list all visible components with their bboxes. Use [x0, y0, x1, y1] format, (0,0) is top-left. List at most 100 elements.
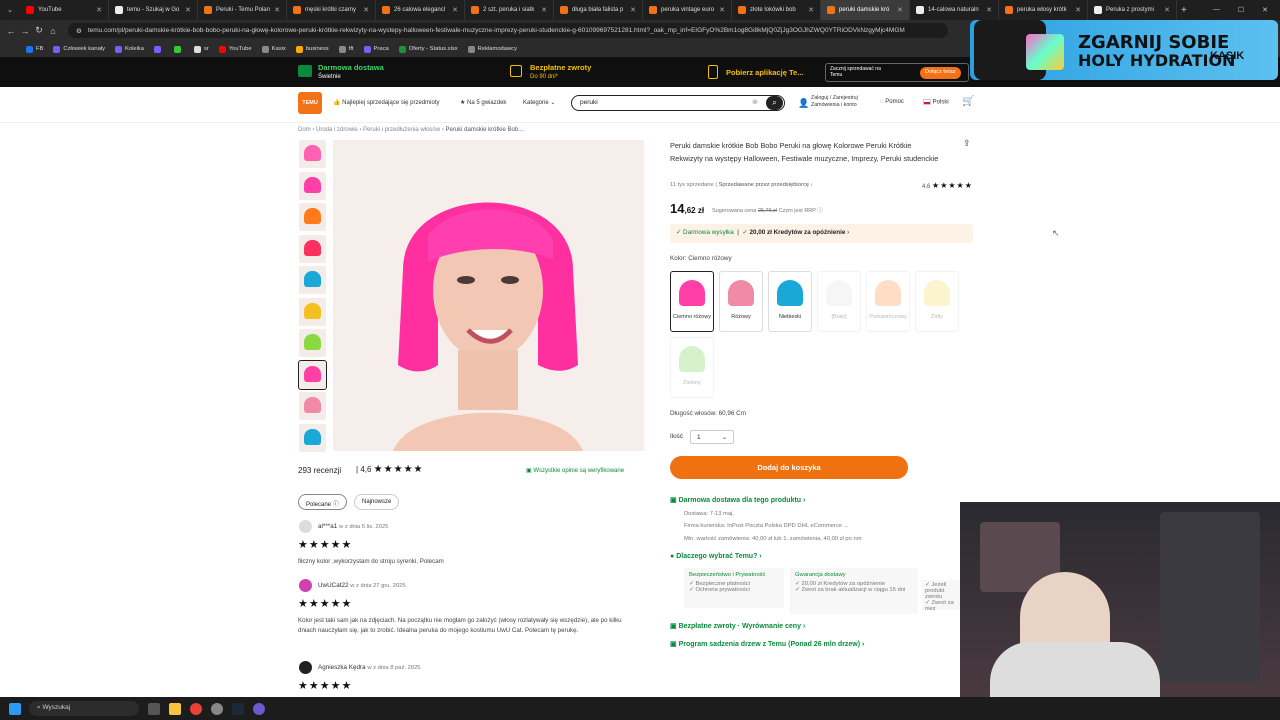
steam-icon[interactable] [232, 702, 244, 715]
bookmark-item[interactable]: Człowiek kanały [53, 45, 105, 53]
cart-icon[interactable]: 🛒 [962, 96, 974, 107]
filter-recommended[interactable]: Polecane ⓘ [298, 494, 347, 510]
close-tab-icon[interactable]: ✕ [897, 6, 903, 14]
close-tab-icon[interactable]: ✕ [808, 6, 814, 14]
bookmark-item[interactable]: Koleika [114, 45, 144, 53]
account-link[interactable]: Zaloguj / Zarejestruj Zamówienia i konto [811, 95, 858, 109]
browser-tab[interactable]: peruki damskie kró ✕ [821, 0, 910, 20]
color-swatch[interactable]: Niebieski [768, 271, 812, 332]
seller-banner[interactable]: Zacznij sprzedawać na Temu Dołącz teraz [825, 63, 969, 82]
bookmark-item[interactable] [174, 45, 184, 53]
browser-tab[interactable]: peruka włosy krótk ✕ [999, 0, 1088, 20]
browser-tab[interactable]: 14-calowa naturaln ✕ [910, 0, 999, 20]
app-icon[interactable] [211, 702, 223, 715]
bookmark-item[interactable]: tft [338, 45, 354, 53]
thumbnail-image[interactable] [299, 297, 326, 326]
categories-menu[interactable]: Kategorie ⌄ [523, 99, 555, 106]
thumbnail-image[interactable] [299, 171, 326, 200]
windows-start-icon[interactable] [9, 702, 21, 715]
breadcrumb-home[interactable]: Dom [298, 127, 311, 133]
browser-tab[interactable]: YouTube ✕ [20, 0, 109, 20]
breadcrumb-wigs[interactable]: Peruki i przedłużenia włosów [363, 127, 440, 133]
chrome-icon[interactable] [190, 702, 202, 715]
thumbnail-image[interactable] [299, 234, 326, 263]
bestsellers-link[interactable]: 👍 Najlepiej sprzedające się przedmioty [333, 99, 440, 106]
color-swatch[interactable]: Pomarańczowy [866, 271, 910, 332]
browser-tab[interactable]: Peruka z prostymi ✕ [1088, 0, 1177, 20]
close-tab-icon[interactable]: ✕ [986, 6, 992, 14]
minimize-icon[interactable]: — [1213, 6, 1220, 14]
trees-link[interactable]: ▣ Program sadzenia drzew z Temu (Ponad 2… [670, 640, 864, 648]
why-temu-link[interactable]: ● Dlaczego wybrać Temu? › [670, 553, 762, 560]
thumbnail-image[interactable] [299, 140, 326, 168]
temu-logo[interactable]: TEMU [298, 92, 322, 114]
search-button[interactable]: ⌕ [766, 96, 783, 110]
new-tab-button[interactable]: + [1181, 5, 1187, 16]
browser-tab[interactable]: 2 szt. peruka i siatk ✕ [465, 0, 554, 20]
language-select[interactable]: Polski [923, 99, 949, 106]
bookmark-item[interactable]: Oferty - Status.xlsx [398, 45, 458, 53]
close-tab-icon[interactable]: ✕ [363, 6, 369, 14]
product-rating[interactable]: 4,6 ★★★★★ [922, 181, 973, 190]
close-tab-icon[interactable]: ✕ [96, 6, 102, 14]
thumbnail-image[interactable] [299, 423, 326, 452]
bookmark-item[interactable]: YouTube [218, 45, 252, 53]
color-swatch[interactable]: Żółty [915, 271, 959, 332]
close-tab-icon[interactable]: ✕ [185, 6, 191, 14]
breadcrumb-beauty[interactable]: Uroda i zdrowie [316, 127, 358, 133]
five-star-link[interactable]: ★ Na 5 gwiazdek [460, 99, 506, 106]
color-swatch[interactable]: Ciemno różowy [670, 271, 714, 332]
close-tab-icon[interactable]: ✕ [630, 6, 636, 14]
thumbnail-image[interactable] [299, 392, 326, 420]
thumbnail-image[interactable] [298, 359, 327, 390]
close-window-icon[interactable]: ✕ [1262, 6, 1268, 14]
shipping-credit-banner[interactable]: ✓ Darmowa wysyłka | ✓ 20,00 zł Kredytów … [670, 224, 973, 243]
color-swatch[interactable]: [Biały] [817, 271, 861, 332]
browser-tab[interactable]: 26 calowa elegancl ✕ [376, 0, 465, 20]
close-tab-icon[interactable]: ✕ [1164, 6, 1170, 14]
returns-link[interactable]: ▣ Bezpłatne zwroty · Wyrównanie ceny › [670, 622, 805, 630]
app-download-link[interactable]: Pobierz aplikację Te... [726, 68, 803, 77]
bookmark-item[interactable]: Reklamodawcy [467, 45, 517, 53]
forward-icon[interactable]: → [18, 26, 32, 36]
file-explorer-icon[interactable] [169, 702, 181, 715]
bookmark-item[interactable]: Praca [363, 45, 389, 53]
quantity-select[interactable]: 1 ⌄ [690, 430, 734, 444]
tab-list-icon[interactable]: ⌄ [0, 6, 20, 14]
rrp-help[interactable]: Czym jest RRP [779, 208, 816, 214]
home-icon[interactable]: ⌂ [46, 26, 60, 36]
task-view-icon[interactable] [148, 702, 160, 715]
color-swatch[interactable]: Zielony [670, 337, 714, 398]
product-main-image[interactable] [333, 140, 644, 451]
filter-newest[interactable]: Najnowsze [354, 494, 400, 510]
browser-tab[interactable]: męski krótki czarny ✕ [287, 0, 376, 20]
bookmark-item[interactable]: sr [194, 45, 209, 53]
bookmark-item[interactable]: business [295, 45, 329, 53]
browser-tab[interactable]: złote lokówki bob ✕ [732, 0, 821, 20]
close-tab-icon[interactable]: ✕ [274, 6, 280, 14]
seller-text[interactable]: Sprzedawane przez przedsiębiorcę [718, 182, 809, 188]
browser-tab[interactable]: długa biała falista p ✕ [554, 0, 643, 20]
delivery-link[interactable]: ▣ Darmowa dostawa dla tego produktu › [670, 496, 805, 504]
reload-icon[interactable]: ↻ [32, 25, 46, 36]
taskbar-search[interactable]: ⌕ Wyszukaj [29, 701, 139, 716]
share-icon[interactable]: ⇪ [963, 138, 971, 149]
back-icon[interactable]: ← [4, 26, 18, 36]
close-tab-icon[interactable]: ✕ [1075, 6, 1081, 14]
close-tab-icon[interactable]: ✕ [541, 6, 547, 14]
obs-icon[interactable] [253, 702, 265, 715]
close-tab-icon[interactable]: ✕ [719, 6, 725, 14]
maximize-icon[interactable]: ☐ [1238, 6, 1244, 14]
review-count[interactable]: 293 recenzji [298, 466, 341, 475]
bookmark-item[interactable] [154, 45, 164, 53]
help-link[interactable]: ◌ Pomoc [880, 99, 904, 105]
clear-search-icon[interactable]: ⊗ [752, 98, 758, 106]
browser-tab[interactable]: temu - Szukaj w Go ✕ [109, 0, 198, 20]
browser-tab[interactable]: Peruki - Temu Polan ✕ [198, 0, 287, 20]
browser-tab[interactable]: peruka vintage euro ✕ [643, 0, 732, 20]
close-tab-icon[interactable]: ✕ [452, 6, 458, 14]
url-input[interactable]: ⚙ temu.com/pl/peruki-damskie-krótkie-bob-… [68, 23, 948, 38]
bookmark-item[interactable]: FB [26, 45, 43, 53]
color-swatch[interactable]: Różowy [719, 271, 763, 332]
thumbnail-image[interactable] [299, 329, 326, 357]
